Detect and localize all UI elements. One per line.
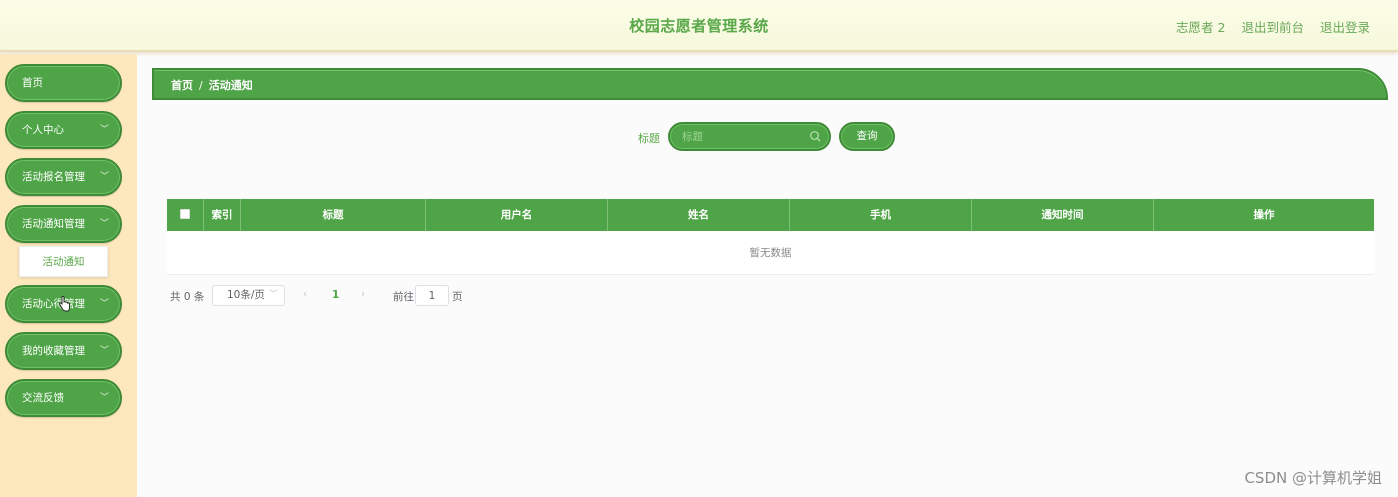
hand-cursor-icon	[58, 296, 70, 312]
logout-link[interactable]: 退出登录	[1320, 17, 1370, 36]
sidebar-item-activity-notice[interactable]: 活动通知管理 ﹀	[5, 205, 122, 243]
select-all-cell	[167, 199, 204, 231]
front-page-link[interactable]: 退出到前台	[1241, 17, 1304, 36]
search-field[interactable]	[668, 122, 831, 151]
column-header-phone: 手机	[790, 199, 972, 231]
chevron-down-icon: ﹀	[99, 299, 109, 309]
sidebar-item-home[interactable]: 首页	[5, 64, 122, 102]
sidebar-item-my-favorites[interactable]: 我的收藏管理 ﹀	[5, 332, 122, 370]
goto-page-input[interactable]	[415, 285, 449, 306]
breadcrumb-separator: /	[199, 79, 203, 92]
sidebar-item-label: 活动报名管理	[22, 171, 85, 183]
sidebar-item-label: 我的收藏管理	[22, 345, 85, 357]
page-number-current[interactable]: 1	[332, 289, 339, 301]
column-header-notice-time: 通知时间	[972, 199, 1154, 231]
select-all-checkbox[interactable]	[180, 209, 190, 219]
user-name-link[interactable]: 志愿者 2	[1176, 17, 1225, 36]
sidebar-item-personal-center[interactable]: 个人中心 ﹀	[5, 111, 122, 149]
sidebar-item-label: 个人中心	[22, 124, 64, 136]
sidebar-item-label: 交流反馈	[22, 392, 64, 404]
column-header-username: 用户名	[426, 199, 608, 231]
page-size-select[interactable]: 10条/页 ﹀	[212, 285, 285, 306]
search-icon	[810, 131, 821, 142]
chevron-down-icon: ﹀	[268, 290, 278, 300]
page-size-value: 10条/页	[227, 289, 265, 301]
sidebar-item-label: 活动通知管理	[22, 218, 85, 230]
search-label: 标题	[638, 132, 660, 145]
header-links: 志愿者 2 退出到前台 退出登录	[1176, 17, 1370, 36]
sidebar-item-feedback[interactable]: 交流反馈 ﹀	[5, 379, 122, 417]
search-input[interactable]	[682, 129, 807, 145]
goto-label: 前往	[393, 291, 414, 303]
column-header-title: 标题	[241, 199, 426, 231]
chevron-down-icon: ﹀	[99, 172, 109, 182]
next-page-button[interactable]: ›	[361, 288, 365, 300]
column-header-index: 索引	[204, 199, 241, 231]
top-header: 校园志愿者管理系统 志愿者 2 退出到前台 退出登录	[0, 0, 1398, 52]
breadcrumb-bar: 首页 / 活动通知	[152, 68, 1388, 100]
chevron-down-icon: ﹀	[99, 219, 109, 229]
chevron-down-icon: ﹀	[99, 125, 109, 135]
sidebar-item-activity-signup[interactable]: 活动报名管理 ﹀	[5, 158, 122, 196]
total-count: 共 0 条	[170, 291, 205, 303]
column-header-actions: 操作	[1253, 209, 1275, 221]
submenu-item-activity-notice[interactable]: 活动通知	[19, 246, 108, 277]
chevron-down-icon: ﹀	[99, 346, 109, 356]
breadcrumb: 首页 / 活动通知	[171, 77, 253, 93]
watermark-text: CSDN @计算机学姐	[1244, 469, 1382, 487]
column-header-name: 姓名	[608, 199, 790, 231]
breadcrumb-home-link[interactable]: 首页	[171, 79, 193, 92]
query-button[interactable]: 查询	[839, 122, 895, 151]
sidebar-item-label: 活动心得管理	[22, 298, 85, 310]
chevron-down-icon: ﹀	[99, 393, 109, 403]
table-header: 索引 标题 用户名 姓名 手机 通知时间 操作	[167, 199, 1374, 231]
empty-state: 暂无数据	[167, 231, 1374, 275]
breadcrumb-current: 活动通知	[208, 79, 253, 92]
data-table: 索引 标题 用户名 姓名 手机 通知时间 操作 暂无数据	[167, 199, 1374, 275]
prev-page-button[interactable]: ‹	[303, 288, 307, 300]
sidebar-item-label: 首页	[22, 77, 43, 89]
goto-suffix: 页	[452, 291, 463, 303]
